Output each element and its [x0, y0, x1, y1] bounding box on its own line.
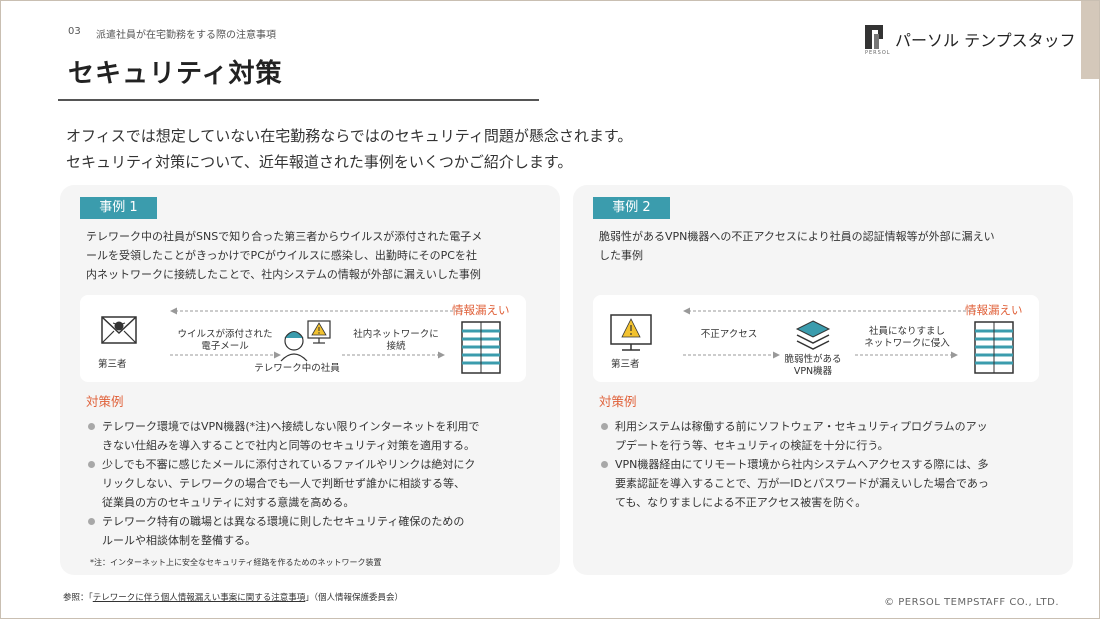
- case-1-measures-list: テレワーク環境ではVPN機器(*注)へ接続しない限りインターネットを利用で きな…: [86, 417, 536, 550]
- intrusion-arrow-label-line: 社員になりすまし: [868, 326, 945, 337]
- network-arrow-label-line: 接続: [386, 341, 406, 352]
- measure-line: 少しでも不審に感じたメールに添付されているファイルやリンクは絶対にク: [102, 458, 476, 471]
- intro-text: オフィスでは想定していない在宅勤務ならではのセキュリティ問題が懸念されます。 セ…: [66, 123, 632, 175]
- brand-text: パーソル テンプスタッフ: [895, 31, 1076, 50]
- mail-arrow-label-line: ウイルスが添付された: [177, 329, 273, 340]
- slide: 03 派遣社員が在宅勤務をする際の注意事項 セキュリティ対策 PERSOL パー…: [0, 0, 1100, 619]
- list-item: テレワーク特有の職場とは異なる環境に則したセキュリティ確保のための ルールや相談…: [86, 512, 536, 550]
- case-2-measures-title: 対策例: [599, 394, 637, 409]
- measure-line: テレワーク特有の職場とは異なる環境に則したセキュリティ確保のための: [102, 515, 465, 528]
- case-1-measures-title: 対策例: [86, 394, 124, 409]
- virus-mail-icon: [101, 316, 137, 344]
- measure-line: ルールや相談体制を整備する。: [102, 534, 256, 547]
- measure-line: リックしない、テレワークの場合でも一人で判断せず誰かに相談する等、: [102, 477, 465, 490]
- attacker-pc-icon: [610, 314, 652, 351]
- section-number: 03: [68, 26, 81, 37]
- copyright: © PERSOL TEMPSTAFF CO., LTD.: [884, 597, 1059, 608]
- case-2-desc-line: 脆弱性があるVPN機器への不正アクセスにより社員の認証情報等が外部に漏えい: [599, 230, 995, 243]
- reference-link[interactable]: テレワークに伴う個人情報漏えい事案に関する注意事項: [93, 593, 306, 603]
- leak-arrow: [170, 307, 465, 315]
- case-2-desc-line: した事例: [599, 249, 643, 262]
- access-arrow-label: 不正アクセス: [679, 329, 779, 341]
- case-1-description: テレワーク中の社員がSNSで知り合った第三者からウイルスが添付された電子メ ール…: [86, 227, 548, 284]
- intro-line-2: セキュリティ対策について、近年報道された事例をいくつかご紹介します。: [66, 153, 573, 171]
- access-arrow: [683, 351, 780, 359]
- case-1-panel: 事例 1 テレワーク中の社員がSNSで知り合った第三者からウイルスが添付された電…: [60, 185, 560, 575]
- case-2-measures-list: 利用システムは稼働する前にソフトウェア・セキュリティプログラムのアッ プデートを…: [599, 417, 1049, 512]
- logo-subtext: PERSOL: [865, 50, 891, 56]
- case-1-desc-line: ールを受領したことがきっかけでPCがウイルスに感染し、出勤時にそのPCを社: [86, 249, 477, 262]
- corner-tab: [1081, 1, 1099, 79]
- vpn-device-label: 脆弱性がある VPN機器: [773, 354, 853, 378]
- measure-line: 従業員の方のセキュリティに対する意識を高める。: [102, 496, 355, 509]
- intro-line-1: オフィスでは想定していない在宅勤務ならではのセキュリティ問題が懸念されます。: [66, 127, 633, 145]
- measure-line: ても、なりすましによる不正アクセス被害を防ぐ。: [615, 496, 867, 509]
- case-2-description: 脆弱性があるVPN機器への不正アクセスにより社員の認証情報等が外部に漏えい した…: [599, 227, 1061, 265]
- vpn-footnote: *注：インターネット上に安全なセキュリティ経路を作るためのネットワーク装置: [90, 558, 382, 567]
- third-party-label: 第三者: [611, 359, 640, 370]
- case-1-desc-line: 内ネットワークに接続したことで、社内システムの情報が外部に漏えいした事例: [86, 268, 481, 281]
- measure-line: テレワーク環境ではVPN機器(*注)へ接続しない限りインターネットを利用で: [102, 420, 480, 433]
- list-item: 利用システムは稼働する前にソフトウェア・セキュリティプログラムのアッ プデートを…: [599, 417, 1049, 455]
- section-title: 派遣社員が在宅勤務をする際の注意事項: [96, 30, 276, 41]
- office-building-icon: [461, 321, 501, 374]
- access-arrow-label-line: 不正アクセス: [700, 329, 758, 340]
- leak-label: 情報漏えい: [965, 303, 1023, 317]
- page-title: セキュリティ対策: [68, 59, 283, 89]
- measure-line: プデートを行う等、セキュリティの検証を十分に行う。: [615, 439, 889, 452]
- case-1-diagram: 情報漏えい 第三者 ウイルスが添付された 電子メール テレワーク中の社員 社内ネ…: [80, 295, 526, 382]
- vpn-device-label-line: VPN機器: [793, 366, 833, 377]
- brand-logo: PERSOL パーソル テンプスタッフ: [865, 25, 1076, 59]
- case-2-badge: 事例 2: [593, 197, 670, 219]
- reference-prefix: 参照：「: [63, 593, 93, 603]
- office-building-icon: [974, 321, 1014, 374]
- case-2-diagram: 情報漏えい 第三者 不正アクセス 脆弱性がある VPN機器 社員になりすまし ネ…: [593, 295, 1039, 382]
- measure-line: きない仕組みを導入することで社内と同等のセキュリティ対策を適用する。: [102, 439, 476, 452]
- list-item: VPN機器経由にてリモート環境から社内システムへアクセスする際には、多 要素認証…: [599, 455, 1049, 512]
- intrusion-arrow-label: 社員になりすまし ネットワークに侵入: [849, 326, 965, 350]
- title-divider: [58, 99, 539, 101]
- case-2-panel: 事例 2 脆弱性があるVPN機器への不正アクセスにより社員の認証情報等が外部に漏…: [573, 185, 1073, 575]
- list-item: テレワーク環境ではVPN機器(*注)へ接続しない限りインターネットを利用で きな…: [86, 417, 536, 455]
- third-party-label: 第三者: [98, 359, 127, 370]
- case-1-desc-line: テレワーク中の社員がSNSで知り合った第三者からウイルスが添付された電子メ: [86, 230, 483, 243]
- measure-line: 利用システムは稼働する前にソフトウェア・セキュリティプログラムのアッ: [615, 420, 988, 433]
- measure-line: 要素認証を導入することで、万が一IDとパスワードが漏えいした場合であっ: [615, 477, 989, 490]
- network-arrow-label-line: 社内ネットワークに: [353, 329, 439, 340]
- case-1-badge: 事例 1: [80, 197, 157, 219]
- vpn-device-label-line: 脆弱性がある: [784, 354, 842, 365]
- network-arrow-label: 社内ネットワークに 接続: [338, 329, 454, 353]
- reference-note: 参照：「テレワークに伴う個人情報漏えい事案に関する注意事項」（個人情報保護委員会…: [63, 591, 403, 603]
- intrusion-arrow-label-line: ネットワークに侵入: [864, 338, 950, 349]
- reference-suffix: 」（個人情報保護委員会）: [305, 593, 404, 603]
- intrusion-arrow: [855, 351, 958, 359]
- leak-arrow: [683, 307, 978, 315]
- mail-arrow-label-line: 電子メール: [201, 341, 249, 352]
- mail-arrow-label: ウイルスが添付された 電子メール: [150, 329, 300, 353]
- persol-logo-icon: [865, 25, 883, 49]
- leak-label: 情報漏えい: [452, 303, 510, 317]
- teleworker-label: テレワーク中の社員: [254, 363, 340, 374]
- list-item: 少しでも不審に感じたメールに添付されているファイルやリンクは絶対にク リックしな…: [86, 455, 536, 512]
- vpn-device-icon: [795, 320, 831, 350]
- measure-line: VPN機器経由にてリモート環境から社内システムへアクセスする際には、多: [615, 458, 989, 471]
